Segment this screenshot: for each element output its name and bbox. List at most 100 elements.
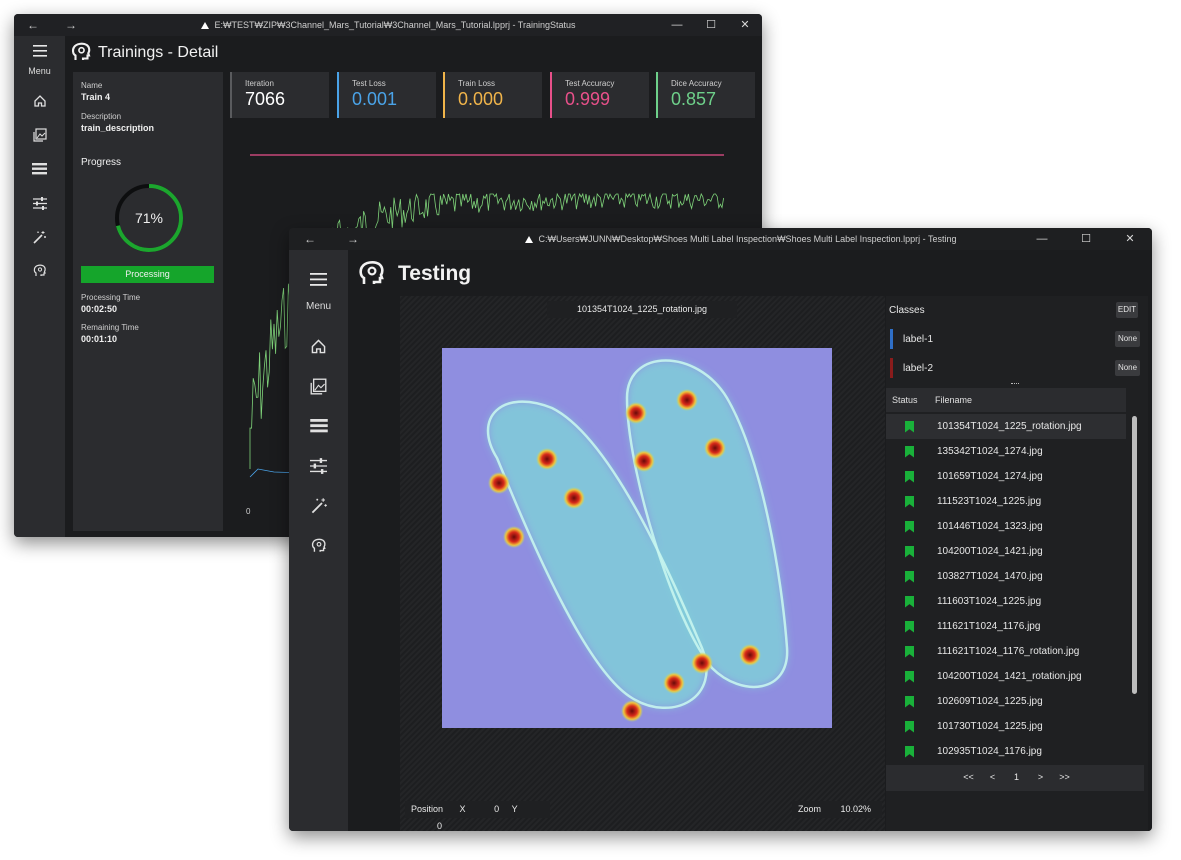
bookmark-icon [905,495,914,508]
back-arrow-icon[interactable]: ← [301,232,319,246]
status-column-header[interactable]: Status [892,395,918,405]
status-cell [886,645,933,658]
page-header: Testing [358,260,471,288]
x-value: 0 [494,804,500,814]
pager: << < 1 > >> [959,769,1079,786]
file-row[interactable]: 102935T1024_1176.jpg [886,739,1126,764]
file-name: 101659T1024_1274.jpg [937,471,1043,482]
brain-icon [311,538,326,552]
class-row-label-2[interactable]: label-2 None [890,356,1144,380]
home-icon [311,338,326,353]
menu-label: Menu [305,300,331,312]
class-action-button[interactable]: None [1115,331,1140,347]
file-row[interactable]: 111621T1024_1176_rotation.jpg [886,639,1126,664]
sidebar-item-images[interactable] [289,366,348,406]
stat-value: 0.000 [458,89,504,109]
brain-icon [359,261,384,284]
progress-label: Progress [81,157,122,168]
minimize-icon[interactable]: — [1020,228,1064,250]
next-page-button[interactable]: > [1031,769,1050,786]
sidebar-item-magic[interactable] [289,486,348,526]
sidebar-item-list[interactable] [14,152,65,186]
close-icon[interactable]: ✕ [728,14,762,36]
file-name: 104200T1024_1421_rotation.jpg [937,671,1082,682]
classes-panel: Classes EDIT label-1 None label-2 None S… [886,296,1148,831]
sidebar: Menu [14,36,65,537]
status-cell [886,445,933,458]
brain-icon [33,264,46,276]
bookmark-icon [905,420,914,433]
sidebar-item-ai[interactable] [289,526,348,566]
progress-percent: 71% [134,210,164,226]
list-icon [32,163,47,175]
name-label: Name [81,81,103,90]
back-arrow-icon[interactable]: ← [24,18,42,32]
status-cell [886,495,933,508]
sidebar-item-magic[interactable] [14,220,65,254]
last-page-button[interactable]: >> [1055,769,1074,786]
file-list: 101354T1024_1225_rotation.jpg 135342T1024… [886,414,1126,764]
minimize-icon[interactable]: — [660,14,694,36]
description-value: train_description [81,123,155,133]
first-page-button[interactable]: << [959,769,978,786]
stat-dice-accuracy: Dice Accuracy 0.857 [656,72,755,118]
maximize-icon[interactable]: ☐ [694,14,728,36]
file-row[interactable]: 104200T1024_1421_rotation.jpg [886,664,1126,689]
file-row[interactable]: 101446T1024_1323.jpg [886,514,1126,539]
file-row[interactable]: 101354T1024_1225_rotation.jpg [886,414,1126,439]
remaining-time-label: Remaining Time [81,323,139,332]
status-cell [886,595,933,608]
position-label: Position [411,804,444,814]
bookmark-icon [905,620,914,633]
image-icon [32,128,47,142]
bookmark-icon [905,595,914,608]
file-list-header: Status Filename [886,388,1126,412]
file-row[interactable]: 104200T1024_1421.jpg [886,539,1126,564]
sidebar-item-home[interactable] [14,84,65,118]
splitter-handle[interactable] [1011,383,1019,385]
stat-accent [443,72,445,118]
maximize-icon[interactable]: ☐ [1064,228,1108,250]
close-icon[interactable]: ✕ [1108,228,1152,250]
file-row[interactable]: 111603T1024_1225.jpg [886,589,1126,614]
file-row[interactable]: 111621T1024_1176.jpg [886,614,1126,639]
image-viewer[interactable]: 101354T1024_1225_rotation.jpg Position X… [400,296,885,831]
class-action-button[interactable]: None [1115,360,1140,376]
stat-accent [337,72,339,118]
stat-label: Test Accuracy [565,79,615,88]
brain-icon [71,42,91,60]
menu-button[interactable]: Menu [289,250,348,326]
stat-label: Iteration [245,79,274,88]
stat-train-loss: Train Loss 0.000 [443,72,542,118]
bookmark-icon [905,645,914,658]
sidebar-item-home[interactable] [289,326,348,366]
file-row[interactable]: 135342T1024_1274.jpg [886,439,1126,464]
scrollbar[interactable] [1132,416,1137,694]
sidebar-item-ai[interactable] [14,254,65,288]
forward-arrow-icon[interactable]: → [344,232,362,246]
class-color-swatch [890,329,893,349]
sidebar-item-settings[interactable] [14,186,65,220]
file-name: 103827T1024_1470.jpg [937,571,1043,582]
class-row-label-1[interactable]: label-1 None [890,327,1144,351]
file-row[interactable]: 103827T1024_1470.jpg [886,564,1126,589]
sidebar-item-images[interactable] [14,118,65,152]
sidebar-item-settings[interactable] [289,446,348,486]
stat-value: 0.001 [352,89,398,109]
file-row[interactable]: 102609T1024_1225.jpg [886,689,1126,714]
file-row[interactable]: 101730T1024_1225.jpg [886,714,1126,739]
prev-page-button[interactable]: < [983,769,1002,786]
edit-classes-button[interactable]: EDIT [1116,302,1138,318]
file-row[interactable]: 101659T1024_1274.jpg [886,464,1126,489]
filename-column-header[interactable]: Filename [935,395,972,405]
remaining-time-value: 00:01:10 [81,334,118,344]
file-row[interactable]: 111523T1024_1225.jpg [886,489,1126,514]
menu-button[interactable]: Menu [14,36,65,84]
magic-wand-icon [33,230,46,244]
sidebar-item-list[interactable] [289,406,348,446]
zoom-label: Zoom [798,804,822,814]
stat-accent [656,72,658,118]
forward-arrow-icon[interactable]: → [62,18,80,32]
status-cell [886,745,933,758]
processing-time-label: Processing Time [81,293,141,302]
